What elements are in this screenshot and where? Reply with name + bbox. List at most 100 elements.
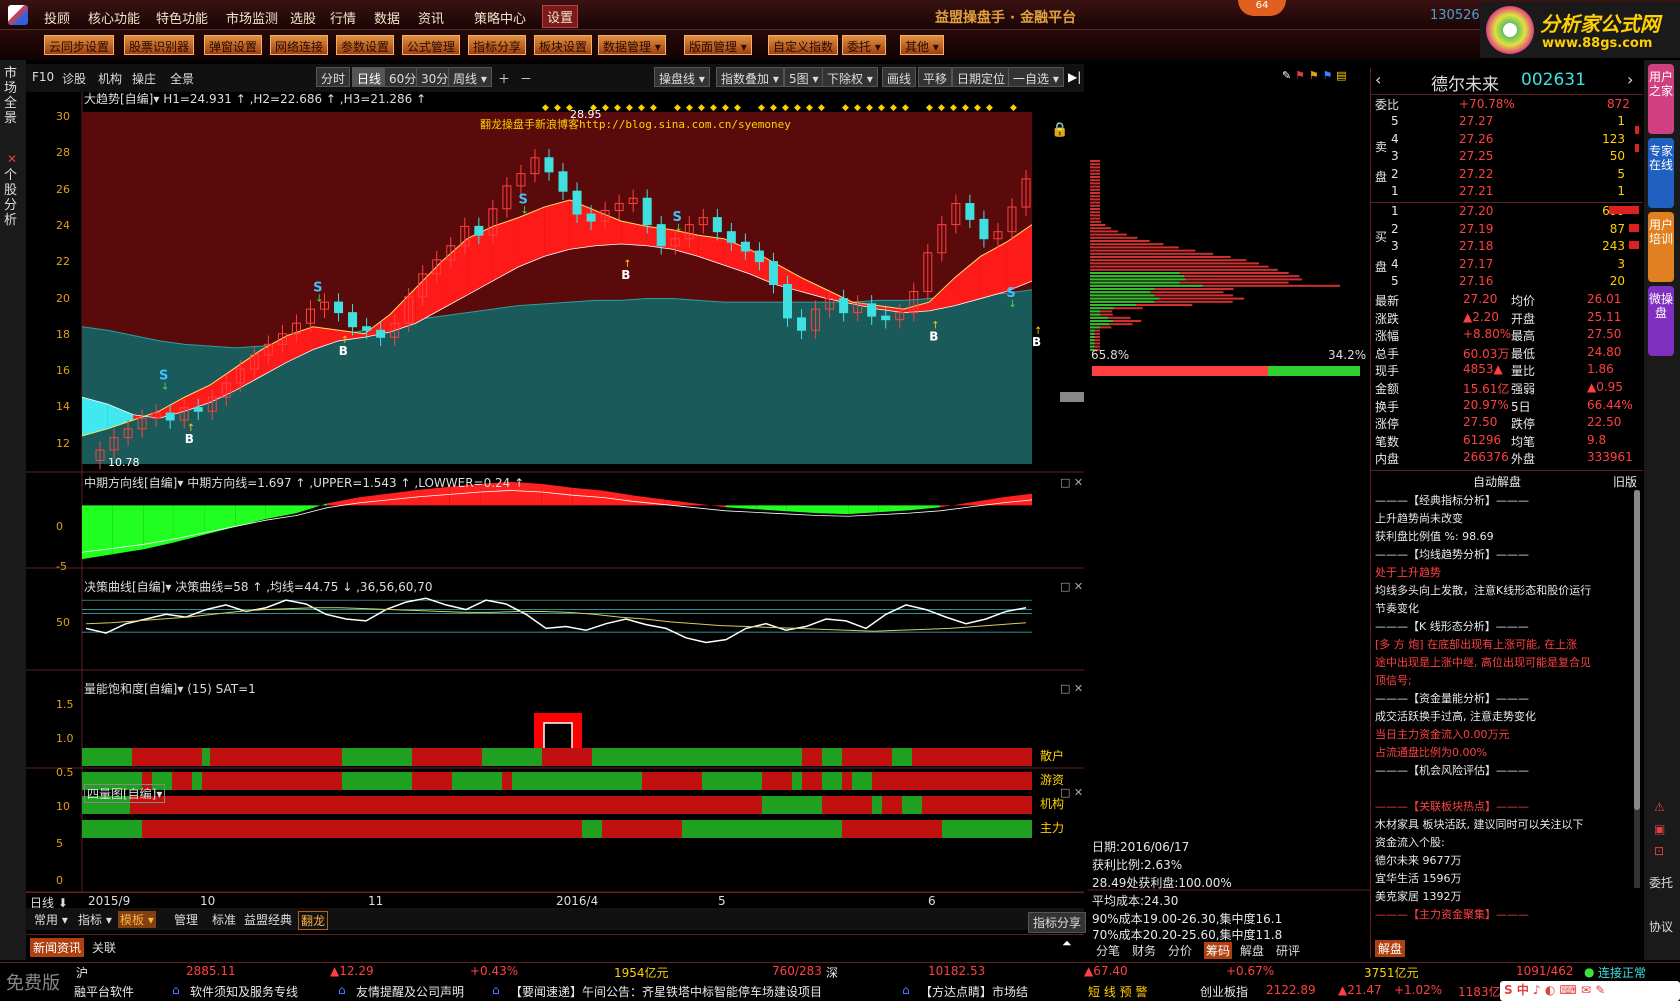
toolbar-button-2[interactable]: 弹窗设置 [204, 35, 263, 55]
order-price[interactable]: 27.27 [1459, 114, 1493, 128]
tab-stock-analysis[interactable]: 个股分析 [4, 168, 22, 228]
drawing-tools[interactable]: ✎ ⚑ ⚑ ⚑ ▤ [1282, 68, 1362, 84]
chart-right-tool-6[interactable]: 日期定位 [952, 67, 1011, 87]
close-icon[interactable]: ✕ [7, 152, 17, 166]
ime-toolbar-icon[interactable]: S 中 ♪ ◐ ⌨ ✉ ✎ [1500, 981, 1680, 1001]
indicator-share-button[interactable]: 指标分享 [1028, 912, 1087, 933]
chart-tool-4[interactable]: 全景 [170, 70, 194, 87]
order-price[interactable]: 27.21 [1459, 184, 1493, 198]
old-version-link[interactable]: 旧版 [1613, 473, 1637, 490]
chart-area[interactable]: B↑B↑B↑B↑B↑B↑S↓S↓S↓S↓S↓S↓◆◆◆◆◆◆◆◆◆◆◆◆◆◆◆◆… [26, 92, 1084, 910]
chip-tab-3[interactable]: 筹码 [1204, 942, 1233, 959]
toolbar-button-11[interactable]: 委托 ▾ [842, 35, 886, 55]
menu-item-4[interactable]: 选股 [290, 8, 316, 27]
right-tab-1[interactable]: 专家在线 [1648, 138, 1674, 208]
period-0[interactable]: 分时 [316, 67, 351, 87]
panel4-header[interactable]: 量能饱和度[自编]▾ (15) SAT=1 [84, 680, 256, 697]
template-tab-1[interactable]: 指标 ▾ [76, 911, 114, 928]
menu-item-6[interactable]: 数据 [374, 8, 400, 27]
toolbar-button-7[interactable]: 板块设置 [534, 35, 593, 55]
main-panel-header[interactable]: 大趋势[自编]▾ H1=24.931 ↑ ,H2=22.686 ↑ ,H3=21… [84, 90, 426, 107]
menu-item-9[interactable]: 设置 [542, 5, 579, 28]
next-stock-icon[interactable]: › [1627, 70, 1633, 89]
chart-tool-0[interactable]: F10 [32, 70, 54, 84]
toolbar-button-0[interactable]: 云同步设置 [44, 35, 115, 55]
zoom-out-icon[interactable]: － [520, 70, 532, 87]
chart-tool-3[interactable]: 操庄 [132, 70, 156, 87]
chip-tab-5[interactable]: 研评 [1276, 942, 1300, 959]
tool-icon[interactable]: ▣ [1654, 822, 1665, 836]
panel-close-icon[interactable]: □ ✕ [1060, 580, 1083, 593]
chip-tab-0[interactable]: 分笔 [1096, 942, 1120, 959]
prev-stock-icon[interactable]: ‹ [1375, 70, 1381, 89]
toolbar-button-4[interactable]: 参数设置 [336, 35, 395, 55]
chart-right-tool-7[interactable]: 一自选 ▾ [1008, 67, 1064, 87]
menu-item-1[interactable]: 核心功能 [88, 8, 140, 27]
menu-item-5[interactable]: 行情 [330, 8, 356, 27]
toolbar-button-6[interactable]: 指标分享 [468, 35, 527, 55]
note-icon[interactable]: ▤ [1336, 69, 1346, 82]
toolbar-button-1[interactable]: 股票识别器 [124, 35, 195, 55]
chart-right-tool-5[interactable]: 平移 [918, 67, 953, 87]
ticker-item[interactable]: 【方达点睛】市场结 [920, 983, 1028, 1000]
template-tab-3[interactable]: 管理 [172, 911, 200, 928]
ticker-item[interactable]: 软件须知及服务专线 [190, 983, 298, 1000]
ticker-item[interactable]: 融平台软件 [74, 983, 134, 1000]
template-tab-0[interactable]: 常用 ▾ [32, 911, 70, 928]
template-tab-6[interactable]: 翻龙 [298, 911, 329, 930]
order-price[interactable]: 27.16 [1459, 274, 1493, 288]
right-tab-2[interactable]: 用户培训 [1648, 212, 1674, 282]
right-tool-1[interactable]: 协议 [1648, 914, 1674, 934]
toolbar-button-9[interactable]: 版面管理 ▾ [684, 35, 752, 55]
menu-item-8[interactable]: 策略中心 [474, 8, 526, 27]
collapse-icon[interactable]: ⏶ [1062, 936, 1072, 951]
menu-item-7[interactable]: 资讯 [418, 8, 444, 27]
chip-tab-2[interactable]: 分价 [1168, 942, 1192, 959]
tab-analysis[interactable]: 解盘 [1375, 940, 1406, 957]
flag2-icon[interactable]: ⚑ [1309, 69, 1319, 82]
short-alert[interactable]: 短 线 预 警 [1088, 983, 1147, 1000]
order-price[interactable]: 27.25 [1459, 149, 1493, 163]
toolbar-button-12[interactable]: 其他 ▾ [900, 35, 944, 55]
order-price[interactable]: 27.22 [1459, 167, 1493, 181]
chip-tab-1[interactable]: 财务 [1132, 942, 1156, 959]
pencil-icon[interactable]: ✎ [1282, 69, 1291, 82]
chart-right-tool-4[interactable]: 画线 [882, 67, 917, 87]
collapse-panel-icon[interactable]: ▶| [1068, 70, 1081, 84]
flag3-icon[interactable]: ⚑ [1322, 69, 1332, 82]
menu-item-2[interactable]: 特色功能 [156, 8, 208, 27]
toolbar-button-5[interactable]: 公式管理 [402, 35, 461, 55]
order-price[interactable]: 27.26 [1459, 132, 1493, 146]
ticker-item[interactable]: 友情提醒及公司声明 [356, 983, 464, 1000]
chart-right-tool-2[interactable]: 5图 ▾ [784, 67, 824, 87]
flag-icon[interactable]: ⚑ [1295, 69, 1305, 82]
notification-badge[interactable]: 64 [1238, 0, 1286, 16]
right-tool-0[interactable]: 委托 [1648, 870, 1674, 890]
panel-close-icon[interactable]: □ ✕ [1060, 786, 1083, 799]
tool-icon[interactable]: ⊡ [1654, 844, 1664, 858]
tab-market-overview[interactable]: 市场全景 [4, 66, 22, 126]
tab-related[interactable]: 关联 [92, 939, 116, 956]
menu-item-3[interactable]: 市场监测 [226, 8, 278, 27]
panel-close-icon[interactable]: □ ✕ [1060, 476, 1083, 489]
right-tab-0[interactable]: 用户之家 [1648, 64, 1674, 134]
lock-icon[interactable]: 🔒 [1051, 122, 1068, 138]
menu-item-0[interactable]: 投顾 [44, 8, 70, 27]
period-1[interactable]: 日线 [352, 67, 387, 87]
panel3-header[interactable]: 决策曲线[自编]▾ 决策曲线=58 ↑ ,均线=44.75 ↓ ,36,56,6… [84, 578, 432, 595]
panel2-header[interactable]: 中期方向线[自编]▾ 中期方向线=1.697 ↑ ,UPPER=1.543 ↑ … [84, 474, 524, 491]
order-price[interactable]: 27.19 [1459, 222, 1493, 236]
period-4[interactable]: 周线 ▾ [448, 67, 492, 87]
chip-tab-4[interactable]: 解盘 [1240, 942, 1264, 959]
panel5-header[interactable]: 四量图[自编]▾ [84, 784, 166, 803]
toolbar-button-3[interactable]: 网络连接 [270, 35, 329, 55]
right-tab-3[interactable]: 微操盘 [1648, 286, 1674, 356]
toolbar-button-10[interactable]: 自定义指数 [768, 35, 839, 55]
chart-tool-1[interactable]: 诊股 [62, 70, 86, 87]
ticker-item[interactable]: 【要闻速递】午间公告：齐星铁塔中标智能停车场建设项目 [510, 983, 822, 1000]
panel-close-icon[interactable]: □ ✕ [1060, 682, 1083, 695]
toolbar-button-8[interactable]: 数据管理 ▾ [598, 35, 666, 55]
analysis-scrollbar[interactable] [1634, 490, 1640, 888]
chart-right-tool-0[interactable]: 操盘线 ▾ [654, 67, 710, 87]
chart-tool-2[interactable]: 机构 [98, 70, 122, 87]
